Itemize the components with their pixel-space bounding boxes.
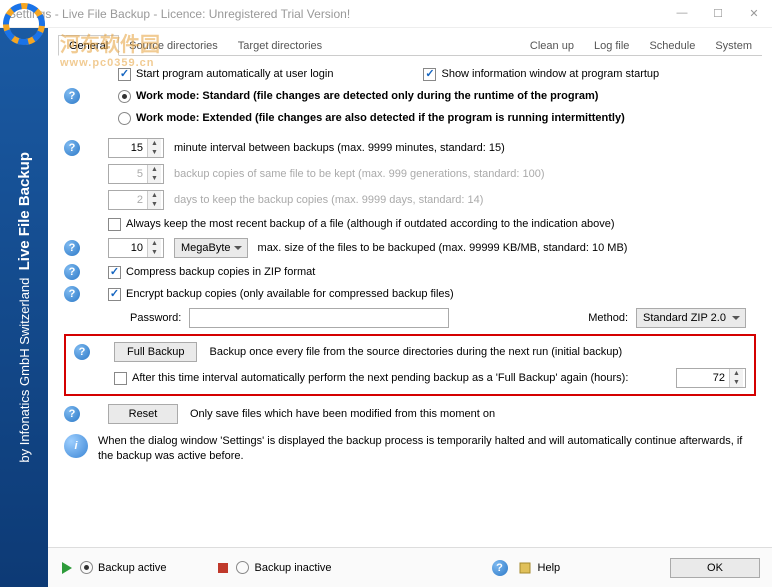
maxsize-label: max. size of the files to be backuped (m… — [258, 242, 628, 254]
auto-full-checkbox[interactable] — [114, 372, 127, 385]
workmode-standard-label: Work mode: Standard (file changes are de… — [136, 90, 598, 102]
help-icon[interactable]: ? — [74, 344, 90, 360]
tab-bar: General Source directories Target direct… — [58, 32, 762, 56]
help-label: Help — [538, 562, 561, 574]
showinfo-checkbox[interactable] — [423, 68, 436, 81]
sidebar: by Infonatics GmbH Switzerland Live File… — [0, 28, 48, 587]
compress-checkbox[interactable] — [108, 266, 121, 279]
titlebar: Settings - Live File Backup - Licence: U… — [0, 0, 772, 28]
method-select[interactable]: Standard ZIP 2.0 — [636, 308, 746, 328]
workmode-extended-radio[interactable] — [118, 112, 131, 125]
close-button[interactable]: ✕ — [744, 7, 764, 20]
help-book-icon — [518, 561, 532, 575]
full-backup-button[interactable]: Full Backup — [114, 342, 197, 362]
workmode-standard-radio[interactable] — [118, 90, 131, 103]
tab-clean-up[interactable]: Clean up — [520, 36, 584, 55]
interval-spinner[interactable]: ▲▼ — [108, 138, 164, 158]
help-icon[interactable]: ? — [64, 406, 80, 422]
stop-icon — [216, 561, 230, 575]
autostart-label: Start program automatically at user logi… — [136, 68, 333, 80]
compress-label: Compress backup copies in ZIP format — [126, 266, 315, 278]
window-title: Settings - Live File Backup - Licence: U… — [8, 7, 672, 21]
auto-full-label: After this time interval automatically p… — [132, 372, 628, 384]
backup-inactive-radio[interactable] — [236, 561, 249, 574]
app-logo-icon — [0, 0, 48, 48]
days-spinner: ▲▼ — [108, 190, 164, 210]
maxsize-unit-select[interactable]: MegaByte — [174, 238, 248, 258]
workmode-extended-label: Work mode: Extended (file changes are al… — [136, 112, 625, 124]
help-icon[interactable]: ? — [492, 560, 508, 576]
days-label: days to keep the backup copies (max. 999… — [174, 194, 483, 206]
backup-active-label: Backup active — [98, 562, 166, 574]
ok-button[interactable]: OK — [670, 558, 760, 578]
full-backup-section: ? Full Backup Backup once every file fro… — [64, 334, 756, 396]
help-icon[interactable]: ? — [64, 264, 80, 280]
maxsize-spinner[interactable]: ▲▼ — [108, 238, 164, 258]
copies-spinner: ▲▼ — [108, 164, 164, 184]
method-label: Method: — [588, 312, 628, 324]
help-icon[interactable]: ? — [64, 286, 80, 302]
help-icon[interactable]: ? — [64, 88, 80, 104]
backup-active-radio[interactable] — [80, 561, 93, 574]
tab-log-file[interactable]: Log file — [584, 36, 639, 55]
password-input[interactable] — [189, 308, 449, 328]
info-text: When the dialog window 'Settings' is dis… — [98, 434, 756, 465]
full-backup-desc: Backup once every file from the source d… — [209, 346, 622, 358]
encrypt-checkbox[interactable] — [108, 288, 121, 301]
hours-spinner[interactable]: ▲▼ — [676, 368, 746, 388]
tab-schedule[interactable]: Schedule — [639, 36, 705, 55]
always-keep-checkbox[interactable] — [108, 218, 121, 231]
password-label: Password: — [130, 312, 181, 324]
showinfo-label: Show information window at program start… — [441, 68, 659, 80]
tab-general[interactable]: General — [58, 35, 119, 56]
help-icon[interactable]: ? — [64, 140, 80, 156]
autostart-checkbox[interactable] — [118, 68, 131, 81]
encrypt-label: Encrypt backup copies (only available fo… — [126, 288, 454, 300]
tab-target-directories[interactable]: Target directories — [228, 36, 332, 55]
backup-inactive-label: Backup inactive — [254, 562, 331, 574]
always-keep-label: Always keep the most recent backup of a … — [126, 218, 615, 230]
info-icon: i — [64, 434, 88, 458]
play-icon — [60, 561, 74, 575]
tab-source-directories[interactable]: Source directories — [119, 36, 228, 55]
minimize-button[interactable]: — — [672, 7, 692, 20]
tab-system[interactable]: System — [705, 36, 762, 55]
interval-label: minute interval between backups (max. 99… — [174, 142, 505, 154]
footer: Backup active Backup inactive ? Help OK — [48, 547, 772, 587]
copies-label: backup copies of same file to be kept (m… — [174, 168, 545, 180]
reset-button[interactable]: Reset — [108, 404, 178, 424]
help-icon[interactable]: ? — [64, 240, 80, 256]
reset-desc: Only save files which have been modified… — [190, 408, 495, 420]
maximize-button[interactable]: ☐ — [708, 7, 728, 20]
